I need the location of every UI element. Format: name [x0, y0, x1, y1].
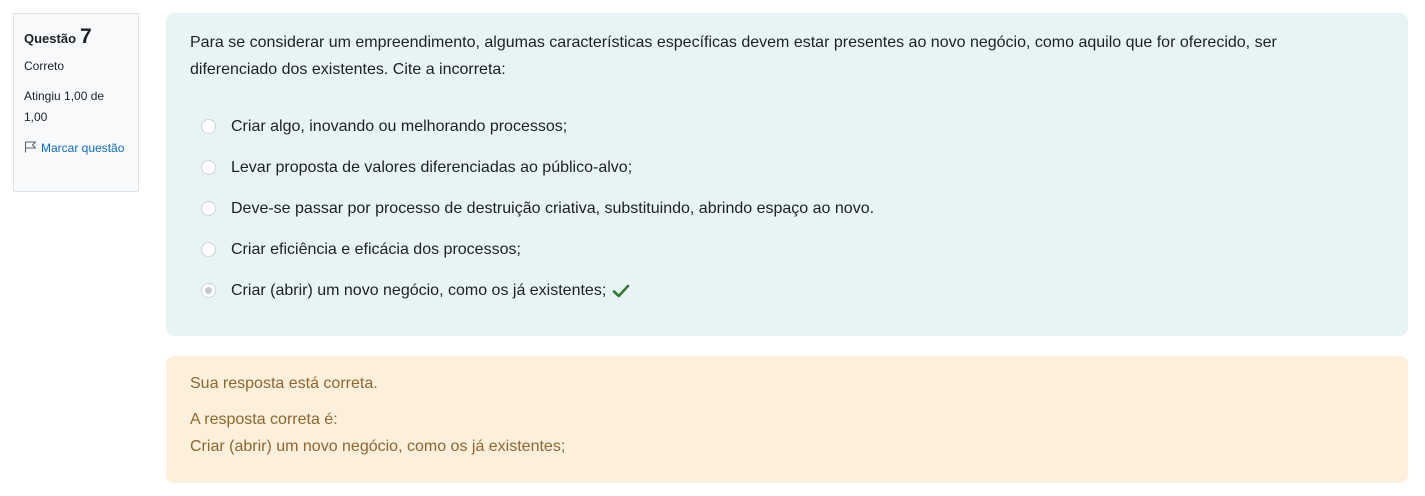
answer-label: Criar (abrir) um novo negócio, como os j…	[231, 281, 607, 299]
question-label: Questão	[24, 31, 77, 46]
flag-question-label: Marcar questão	[41, 141, 125, 155]
answer-label: Deve-se passar por processo de destruiçã…	[231, 199, 875, 217]
answer-label: Levar proposta de valores diferenciadas …	[231, 158, 633, 176]
question-number-line: Questão 7	[24, 26, 128, 47]
question-number: 7	[80, 25, 92, 48]
answer-radio[interactable]	[201, 119, 216, 134]
right-answer-text: Criar (abrir) um novo negócio, como os j…	[190, 438, 566, 455]
answer-radio[interactable]	[201, 201, 216, 216]
question-info-panel: Questão 7 Correto Atingiu 1,00 de 1,00 M…	[13, 13, 139, 192]
answer-option[interactable]: Criar algo, inovando ou melhorando proce…	[190, 106, 1384, 147]
question-formulation: Para se considerar um empreendimento, al…	[166, 13, 1408, 336]
answer-radio[interactable]	[201, 242, 216, 257]
question-text: Para se considerar um empreendimento, al…	[190, 34, 1277, 78]
answer-option[interactable]: Levar proposta de valores diferenciadas …	[190, 147, 1384, 188]
flag-icon	[24, 141, 37, 153]
answer-label: Criar algo, inovando ou melhorando proce…	[231, 117, 568, 135]
question-state: Correto	[24, 59, 65, 73]
answer-options: Criar algo, inovando ou melhorando proce…	[190, 106, 1384, 311]
answer-radio-selected[interactable]	[201, 283, 216, 298]
answer-label: Criar eficiência e eficácia dos processo…	[231, 240, 521, 258]
answer-radio[interactable]	[201, 160, 216, 175]
right-answer-label: A resposta correta é:	[190, 411, 338, 428]
answer-option-selected[interactable]: Criar (abrir) um novo negócio, como os j…	[190, 270, 1384, 311]
answer-option[interactable]: Criar eficiência e eficácia dos processo…	[190, 229, 1384, 270]
check-icon	[612, 284, 630, 297]
question-grade: Atingiu 1,00 de 1,00	[24, 89, 105, 124]
right-answer: A resposta correta é: Criar (abrir) um n…	[190, 406, 1384, 460]
question-outcome: Sua resposta está correta. A resposta co…	[166, 356, 1408, 483]
answer-option[interactable]: Deve-se passar por processo de destruiçã…	[190, 188, 1384, 229]
flag-question-link[interactable]: Marcar questão	[24, 138, 128, 159]
feedback-text: Sua resposta está correta.	[190, 375, 378, 392]
